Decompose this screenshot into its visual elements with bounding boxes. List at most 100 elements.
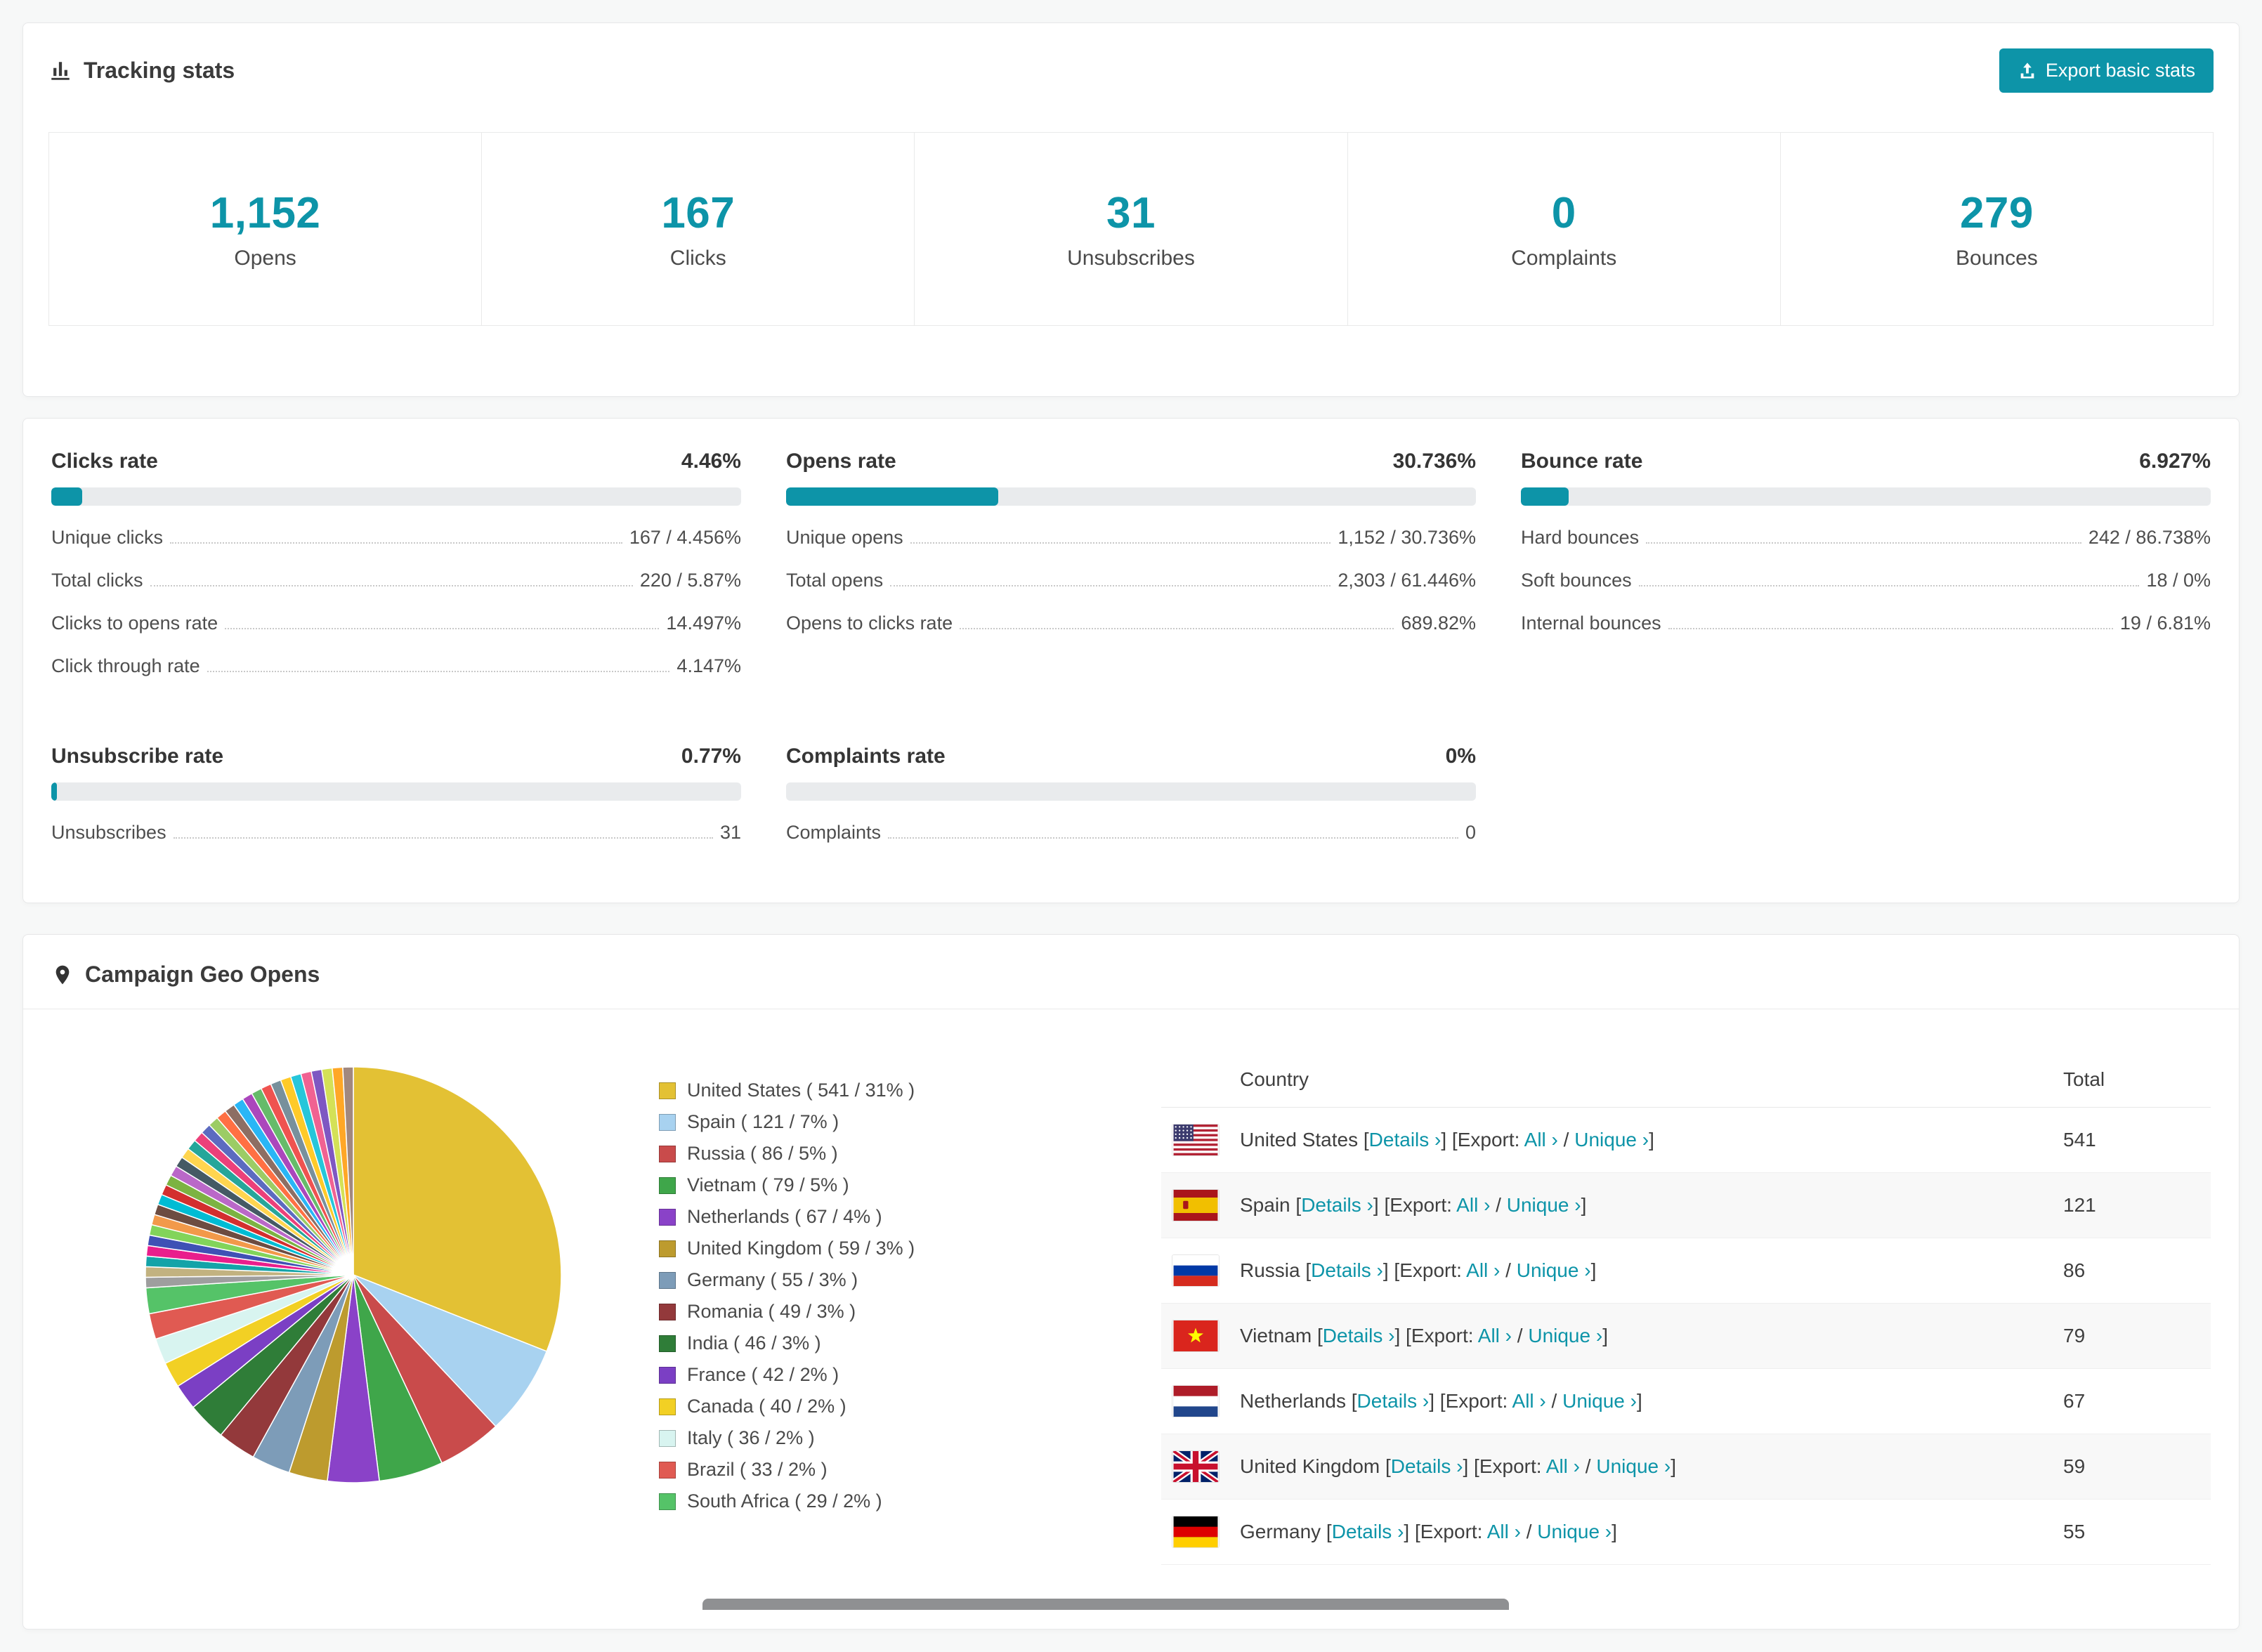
details-link[interactable]: Details › <box>1311 1259 1383 1281</box>
country-total: 55 <box>2063 1521 2211 1543</box>
bracket-text: ] [Export: <box>1394 1325 1477 1346</box>
dotted-leader <box>1668 628 2113 629</box>
country-name: United Kingdom <box>1240 1455 1380 1477</box>
export-all-link[interactable]: All › <box>1478 1325 1512 1346</box>
export-all-link[interactable]: All › <box>1466 1259 1500 1281</box>
country-name: Netherlands <box>1240 1390 1346 1412</box>
bracket-text: ] <box>1649 1129 1654 1150</box>
progress-bar <box>786 487 1476 506</box>
details-link[interactable]: Details › <box>1301 1194 1373 1216</box>
details-link[interactable]: Details › <box>1332 1521 1404 1542</box>
export-all-link[interactable]: All › <box>1487 1521 1521 1542</box>
rate-rows: Complaints0 <box>786 822 1476 844</box>
pie-chart-svg <box>143 1064 564 1486</box>
dotted-leader <box>888 837 1458 839</box>
geo-table-row-united-states: United States [Details ›] [Export: All ›… <box>1161 1108 2211 1173</box>
progress-bar-fill <box>786 487 998 506</box>
rate-row-opens-to-clicks-rate: Opens to clicks rate689.82% <box>786 612 1476 634</box>
dotted-leader <box>960 628 1394 629</box>
de-flag-icon <box>1172 1516 1219 1547</box>
rate-row-soft-bounces: Soft bounces18 / 0% <box>1521 570 2211 591</box>
campaign-overview-page: Tracking stats Export basic stats 1,152O… <box>0 0 2262 1652</box>
vn-flag-icon <box>1172 1320 1219 1351</box>
rate-head: Clicks rate4.46% <box>51 450 741 473</box>
country-total: 121 <box>2063 1194 2211 1217</box>
export-all-link[interactable]: All › <box>1512 1390 1546 1412</box>
rates-grid: Clicks rate4.46%Unique clicks167 / 4.456… <box>51 450 2211 844</box>
rate-row-value: 1,152 / 30.736% <box>1338 527 1476 549</box>
country-cell: Russia [Details ›] [Export: All › / Uniq… <box>1240 1259 2063 1282</box>
legend-item-romania: Romania ( 49 / 3% ) <box>659 1301 1161 1323</box>
export-basic-stats-button[interactable]: Export basic stats <box>1999 48 2214 93</box>
export-unique-link[interactable]: Unique › <box>1507 1194 1581 1216</box>
rate-row-label: Complaints <box>786 822 881 844</box>
stat-value: 1,152 <box>210 188 321 238</box>
country-name: Vietnam <box>1240 1325 1312 1346</box>
bracket-text: ] <box>1671 1455 1676 1477</box>
export-all-link[interactable]: All › <box>1546 1455 1580 1477</box>
country-cell: United Kingdom [Details ›] [Export: All … <box>1240 1455 2063 1478</box>
rate-row-total-clicks: Total clicks220 / 5.87% <box>51 570 741 591</box>
export-unique-link[interactable]: Unique › <box>1528 1325 1602 1346</box>
legend-item-south-africa: South Africa ( 29 / 2% ) <box>659 1490 1161 1512</box>
export-unique-link[interactable]: Unique › <box>1596 1455 1671 1477</box>
legend-label: Brazil ( 33 / 2% ) <box>687 1459 828 1481</box>
total-column-header: Total <box>2063 1068 2211 1091</box>
legend-item-canada: Canada ( 40 / 2% ) <box>659 1396 1161 1417</box>
legend-label: Netherlands ( 67 / 4% ) <box>687 1206 882 1228</box>
tracking-stats-card: Tracking stats Export basic stats 1,152O… <box>22 22 2240 397</box>
dotted-leader <box>174 837 713 839</box>
rates-card: Clicks rate4.46%Unique clicks167 / 4.456… <box>22 418 2240 903</box>
stat-value: 0 <box>1552 188 1576 238</box>
legend-swatch <box>659 1272 676 1289</box>
geo-header: Campaign Geo Opens <box>23 935 2239 1009</box>
rate-row-total-opens: Total opens2,303 / 61.446% <box>786 570 1476 591</box>
legend-swatch <box>659 1114 676 1131</box>
export-unique-link[interactable]: Unique › <box>1537 1521 1611 1542</box>
export-button-label: Export basic stats <box>2046 60 2195 81</box>
dotted-leader <box>1646 542 2081 544</box>
legend-label: Italy ( 36 / 2% ) <box>687 1427 815 1449</box>
legend-label: United States ( 541 / 31% ) <box>687 1080 915 1101</box>
details-link[interactable]: Details › <box>1391 1455 1463 1477</box>
details-link[interactable]: Details › <box>1369 1129 1441 1150</box>
rate-block-opens-rate: Opens rate30.736%Unique opens1,152 / 30.… <box>786 450 1476 677</box>
legend-label: Canada ( 40 / 2% ) <box>687 1396 846 1417</box>
export-all-link[interactable]: All › <box>1524 1129 1558 1150</box>
details-link[interactable]: Details › <box>1357 1390 1430 1412</box>
bracket-text: ] [Export: <box>1404 1521 1486 1542</box>
export-unique-link[interactable]: Unique › <box>1517 1259 1591 1281</box>
progress-bar <box>1521 487 2211 506</box>
dotted-leader <box>150 585 633 586</box>
export-unique-link[interactable]: Unique › <box>1574 1129 1649 1150</box>
geo-table-row-united-kingdom: United Kingdom [Details ›] [Export: All … <box>1161 1434 2211 1500</box>
rate-value: 30.736% <box>1393 450 1476 473</box>
horizontal-scrollbar-thumb[interactable] <box>702 1599 1509 1610</box>
ru-flag-icon <box>1172 1255 1219 1286</box>
country-name: Spain <box>1240 1194 1290 1216</box>
geo-table-row-spain: Spain [Details ›] [Export: All › / Uniqu… <box>1161 1173 2211 1238</box>
stat-label: Opens <box>234 247 296 270</box>
map-pin-icon <box>51 964 74 986</box>
rate-block-complaints-rate: Complaints rate0%Complaints0 <box>786 745 1476 844</box>
gb-flag-icon <box>1172 1451 1219 1482</box>
rate-row-label: Click through rate <box>51 655 200 677</box>
details-link[interactable]: Details › <box>1323 1325 1395 1346</box>
country-name: Russia <box>1240 1259 1300 1281</box>
legend-label: Russia ( 86 / 5% ) <box>687 1143 838 1165</box>
legend-swatch <box>659 1430 676 1447</box>
rate-row-value: 220 / 5.87% <box>640 570 741 591</box>
export-all-link[interactable]: All › <box>1456 1194 1490 1216</box>
rate-row-label: Total opens <box>786 570 883 591</box>
export-unique-link[interactable]: Unique › <box>1562 1390 1637 1412</box>
geo-table-body: United States [Details ›] [Export: All ›… <box>1161 1108 2211 1565</box>
dotted-leader <box>890 585 1331 586</box>
legend-label: Spain ( 121 / 7% ) <box>687 1111 839 1133</box>
rate-row-value: 31 <box>720 822 741 844</box>
rate-rows: Unique opens1,152 / 30.736%Total opens2,… <box>786 527 1476 634</box>
stat-label: Bounces <box>1956 247 2038 270</box>
legend-label: Vietnam ( 79 / 5% ) <box>687 1174 849 1196</box>
bracket-text: [ <box>1321 1521 1332 1542</box>
stat-box-complaints: 0Complaints <box>1347 132 1781 326</box>
bracket-text: / <box>1580 1455 1596 1477</box>
